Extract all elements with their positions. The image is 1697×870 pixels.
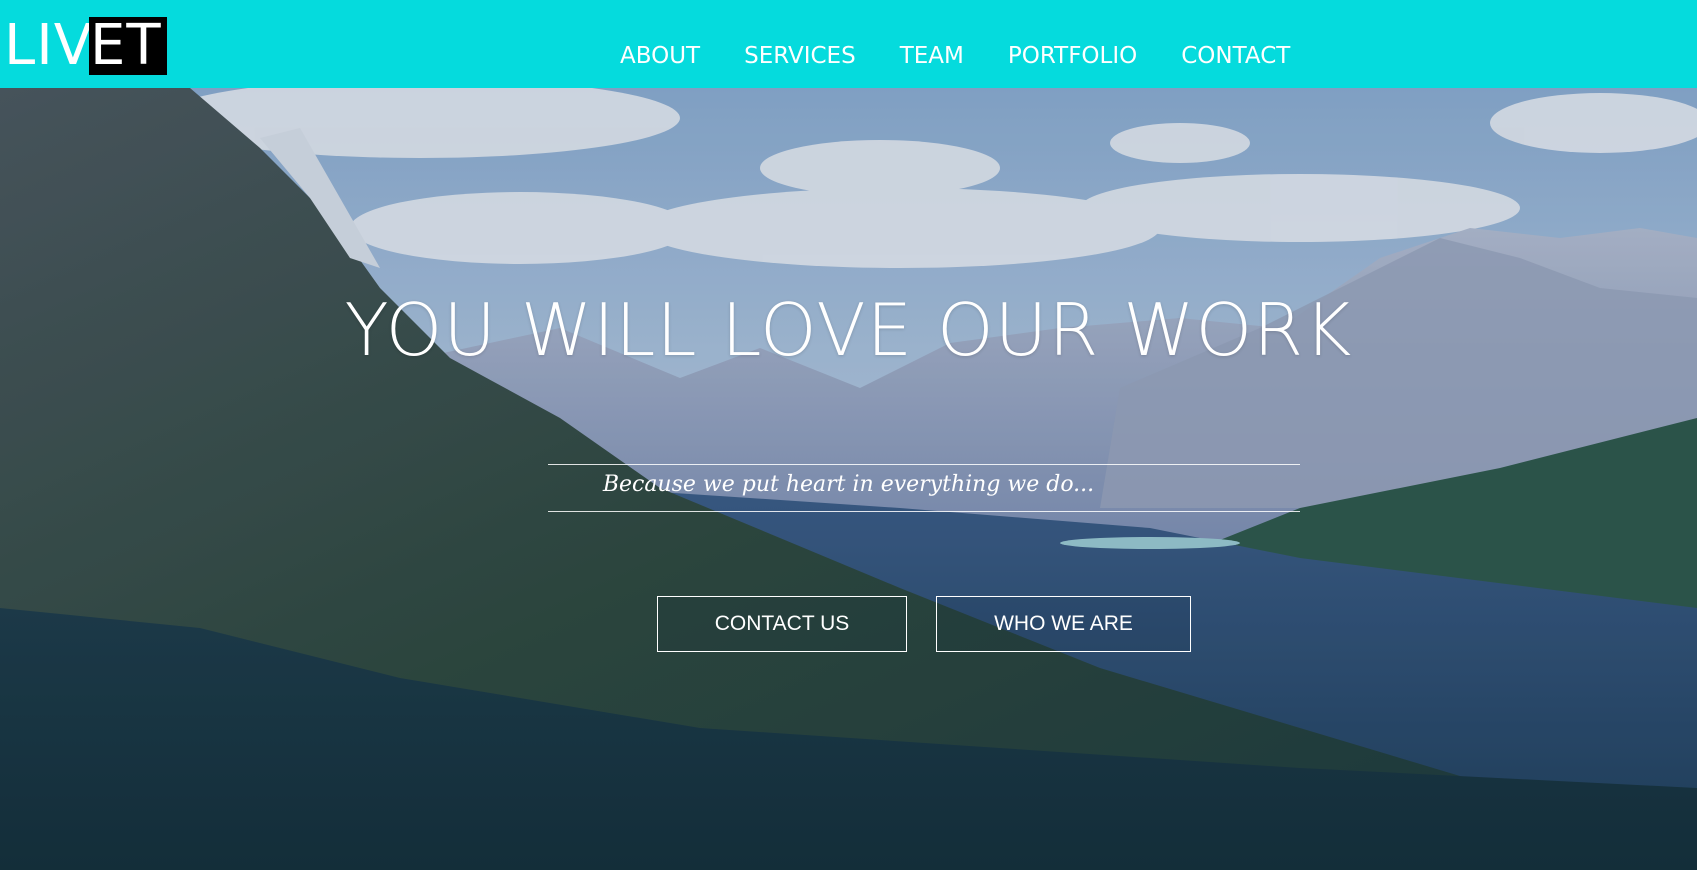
nav-about[interactable]: ABOUT (620, 38, 700, 74)
hero-title: YOU WILL LOVE OUR WORK (344, 288, 1353, 372)
logo-text-box: ET (89, 17, 167, 75)
contact-us-button[interactable]: CONTACT US (657, 596, 907, 652)
nav-team[interactable]: TEAM (900, 38, 964, 74)
site-logo[interactable]: LIV ET (4, 17, 167, 75)
hero-section: YOU WILL LOVE OUR WORK Because we put he… (0, 88, 1697, 870)
hero-tagline: Because we put heart in everything we do… (602, 472, 1095, 497)
who-we-are-button[interactable]: WHO WE ARE (936, 596, 1191, 652)
tagline-bottom-divider (548, 511, 1300, 512)
nav-services[interactable]: SERVICES (744, 38, 856, 74)
tagline-top-divider (548, 464, 1300, 465)
top-navbar: LIV ET ABOUT SERVICES TEAM PORTFOLIO CON… (0, 0, 1697, 88)
logo-text-left: LIV (4, 13, 94, 78)
nav-portfolio[interactable]: PORTFOLIO (1008, 38, 1137, 74)
nav-contact[interactable]: CONTACT (1181, 38, 1290, 74)
main-nav: ABOUT SERVICES TEAM PORTFOLIO CONTACT (620, 38, 1334, 74)
